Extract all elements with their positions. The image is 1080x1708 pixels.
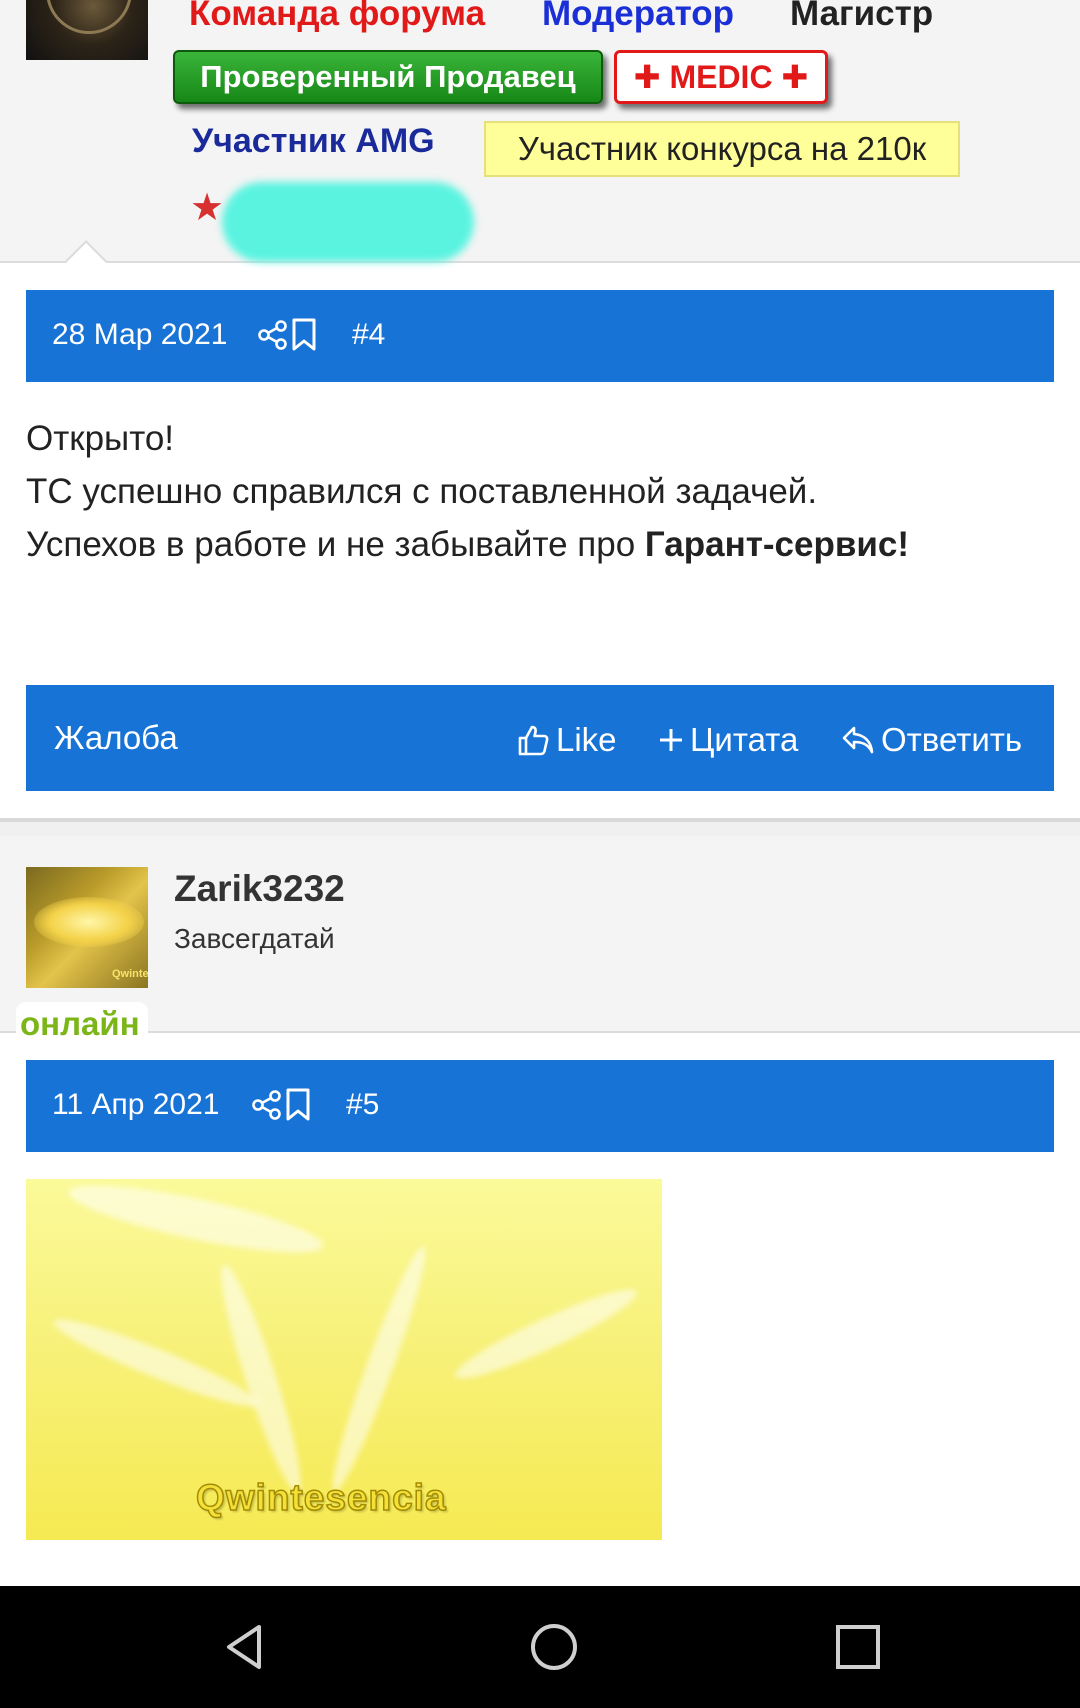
bookmark-icon[interactable] <box>291 318 317 352</box>
post-line: ТС успешно справился с поставленной зада… <box>26 472 818 511</box>
guarantee-service-link[interactable]: Гарант-сервис! <box>645 525 909 564</box>
avatar[interactable] <box>26 0 148 60</box>
role-team: Команда форума <box>189 0 486 33</box>
image-light-ray <box>322 1242 436 1496</box>
post-line-text: Успехов в работе и не забывайте про <box>26 525 645 564</box>
post5-author-panel <box>0 822 1080 1032</box>
quote-label: Цитата <box>690 721 799 758</box>
medic-badge: ✚ MEDIC ✚ <box>614 50 828 104</box>
panel-pattern <box>0 822 1080 836</box>
contest-badge: Участник конкурса на 210к <box>484 121 960 177</box>
avatar[interactable]: Qwintesencia <box>26 867 148 988</box>
redacted-username <box>222 182 474 262</box>
amg-member-badge: Участник AMG <box>192 122 435 160</box>
post-date[interactable]: 28 Мар 2021 <box>52 318 227 352</box>
post-header: 11 Апр 2021 #5 <box>26 1060 1054 1152</box>
avatar-caption: Qwintesencia <box>112 968 148 980</box>
post-actions-bar: Жалоба Like Цитата Ответить <box>26 685 1054 791</box>
verified-seller-badge: Проверенный Продавец <box>173 50 603 104</box>
share-icon[interactable] <box>257 319 289 351</box>
system-navigation-bar <box>0 1586 1080 1708</box>
quote-button[interactable]: Цитата <box>658 721 798 759</box>
home-circle-icon[interactable] <box>529 1622 579 1672</box>
post-body: Открыто! ТС успешно справился с поставле… <box>26 412 909 571</box>
share-icon[interactable] <box>251 1089 283 1121</box>
plus-icon <box>660 729 682 751</box>
avatar-glow <box>34 897 144 947</box>
post-number[interactable]: #5 <box>346 1088 379 1122</box>
thumbs-up-icon <box>518 725 549 756</box>
reply-label: Ответить <box>881 721 1023 758</box>
post-line: Успехов в работе и не забывайте про Гара… <box>26 518 909 571</box>
post-line: Открыто! <box>26 419 175 458</box>
post-image[interactable]: Qwintesencia <box>26 1179 662 1540</box>
bookmark-icon[interactable] <box>285 1088 311 1122</box>
seal-emblem <box>46 0 132 34</box>
reply-icon <box>842 726 874 754</box>
username[interactable]: Zarik3232 <box>174 868 345 910</box>
image-watermark: Qwintesencia <box>195 1476 447 1519</box>
reply-button[interactable]: Ответить <box>841 721 1022 759</box>
divider <box>0 261 1080 263</box>
star-icon: ★ <box>190 187 225 229</box>
role-magistr: Магистр <box>790 0 934 33</box>
online-status-badge: онлайн <box>16 1002 148 1044</box>
back-triangle-icon[interactable] <box>221 1622 271 1672</box>
report-label: Жалоба <box>54 719 178 756</box>
author-pointer-inner <box>66 243 106 263</box>
recents-square-icon[interactable] <box>833 1622 883 1672</box>
role-moderator: Модератор <box>542 0 735 33</box>
image-light-ray <box>64 1179 328 1266</box>
report-button[interactable]: Жалоба <box>54 719 178 757</box>
post-header: 28 Мар 2021 #4 <box>26 290 1054 382</box>
post-number[interactable]: #4 <box>352 318 385 352</box>
like-button[interactable]: Like <box>516 721 617 759</box>
user-title: Завсегдатай <box>174 923 335 954</box>
image-light-ray <box>449 1278 643 1390</box>
like-label: Like <box>556 721 617 758</box>
post-date[interactable]: 11 Апр 2021 <box>52 1088 220 1122</box>
divider <box>0 1031 1080 1033</box>
